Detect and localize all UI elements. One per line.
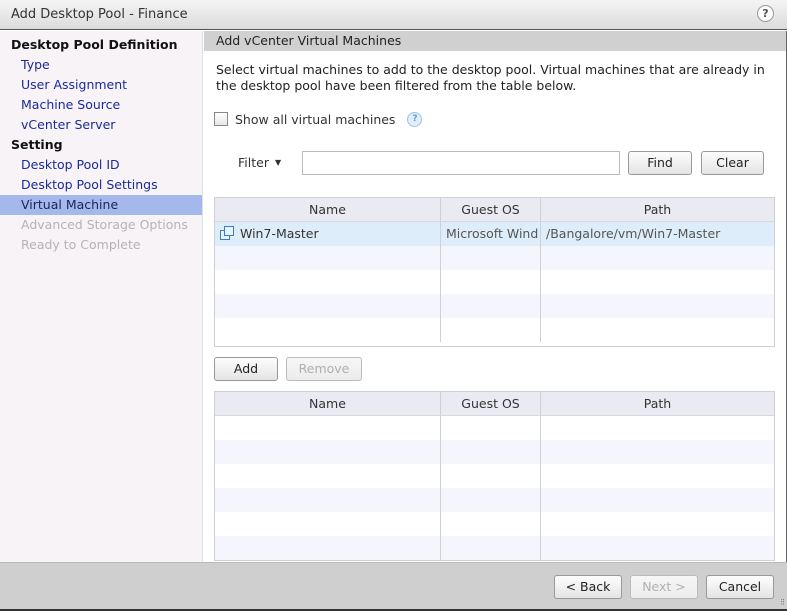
back-button[interactable]: < Back [554,575,622,599]
cell-name: Win7-Master [215,222,441,246]
main-panel: Add vCenter Virtual Machines Select virt… [204,31,787,562]
wizard-footer: < Back Next > Cancel ⁝⁝ [0,562,787,611]
caret-down-icon: ▼ [274,158,282,167]
empty-row [215,246,774,270]
page-title: Add vCenter Virtual Machines [204,31,786,51]
sidebar-item-ready-to-complete: Ready to Complete [21,237,141,252]
selected-vms-table: Name Guest OS Path [214,391,775,561]
table-body [215,416,774,560]
help-icon[interactable]: ? [757,5,774,22]
empty-row [215,464,774,488]
table-header: Name Guest OS Path [215,198,774,222]
empty-row [215,270,774,294]
table-row[interactable]: Win7-Master Microsoft Wind /Bangalore/vm… [215,222,774,246]
empty-row [215,318,774,342]
resize-grip-icon[interactable]: ⁝⁝ [780,599,785,608]
sidebar-item-desktop-pool-id[interactable]: Desktop Pool ID [0,155,202,175]
info-icon[interactable]: ? [407,111,423,127]
next-button: Next > [630,575,698,599]
available-vms-table: Name Guest OS Path Win7-Master Microsoft… [214,197,775,347]
sidebar-section-desktop-pool-definition: Desktop Pool Definition [11,37,178,52]
show-all-vms-label[interactable]: Show all virtual machines [235,112,395,127]
empty-row [215,294,774,318]
table-body: Win7-Master Microsoft Wind /Bangalore/vm… [215,222,774,342]
instructions-text: Select virtual machines to add to the de… [216,62,765,93]
show-all-vms-checkbox[interactable] [214,112,228,126]
show-all-vms-row: Show all virtual machines ? [214,110,423,128]
column-header-name[interactable]: Name [215,392,441,415]
vm-name: Win7-Master [240,226,319,241]
filter-label: Filter [238,155,269,170]
empty-row [215,488,774,512]
column-header-guest-os[interactable]: Guest OS [441,392,541,415]
dialog-titlebar: Add Desktop Pool - Finance ? [0,0,787,30]
column-header-name[interactable]: Name [215,198,441,221]
sidebar-item-vcenter-server[interactable]: vCenter Server [0,115,202,135]
dialog-title: Add Desktop Pool - Finance [11,7,188,22]
empty-row [215,416,774,440]
clear-button[interactable]: Clear [701,151,764,175]
column-header-path[interactable]: Path [541,198,774,221]
sidebar-item-advanced-storage-options: Advanced Storage Options [21,217,188,232]
filter-dropdown[interactable]: Filter ▼ [238,155,281,170]
cell-path: /Bangalore/vm/Win7-Master [546,226,721,241]
column-header-path[interactable]: Path [541,392,774,415]
sidebar-item-desktop-pool-settings[interactable]: Desktop Pool Settings [0,175,202,195]
column-header-guest-os[interactable]: Guest OS [441,198,541,221]
sidebar-section-setting: Setting [11,137,63,152]
sidebar-item-machine-source[interactable]: Machine Source [0,95,202,115]
table-header: Name Guest OS Path [215,392,774,416]
find-button[interactable]: Find [628,151,692,175]
sidebar-item-virtual-machine[interactable]: Virtual Machine [0,195,202,215]
sidebar-item-user-assignment[interactable]: User Assignment [0,75,202,95]
add-button[interactable]: Add [214,357,278,381]
wizard-steps-sidebar: Desktop Pool Definition Type User Assign… [0,31,203,562]
empty-row [215,536,774,560]
empty-row [215,512,774,536]
cancel-button[interactable]: Cancel [706,575,774,599]
filter-input[interactable] [302,151,620,175]
cell-guest-os: Microsoft Wind [441,222,541,246]
empty-row [215,440,774,464]
remove-button: Remove [286,357,362,381]
sidebar-item-type[interactable]: Type [0,55,202,75]
vm-icon [220,226,234,240]
